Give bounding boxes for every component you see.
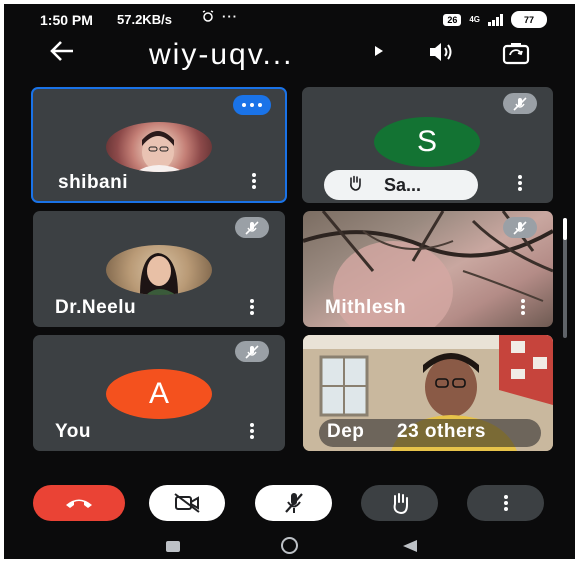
network-label: 4G <box>469 15 480 24</box>
participant-tile-mithlesh[interactable]: Mithlesh <box>303 211 553 327</box>
camera-off-icon <box>174 493 200 513</box>
mic-off-icon <box>284 493 303 513</box>
camera-toggle-button[interactable] <box>149 485 225 521</box>
participant-more-icon[interactable] <box>250 423 254 439</box>
recents-icon[interactable] <box>166 541 180 552</box>
avatar-initial: A <box>106 369 212 419</box>
speaker-icon[interactable] <box>427 40 455 64</box>
back-icon[interactable] <box>402 539 418 558</box>
data-badge: 26 <box>443 13 462 26</box>
meeting-header: wiy-uqv... <box>4 34 575 78</box>
more-options-icon <box>503 495 508 511</box>
alarm-icon <box>202 10 214 25</box>
status-time: 1:50 PM <box>40 12 93 28</box>
participant-name: You <box>55 421 91 442</box>
avatar-drneelu <box>106 245 212 295</box>
participant-name: Sa... <box>384 174 422 195</box>
more-options-button[interactable] <box>467 485 544 521</box>
call-screen: 1:50 PM 57.2KB/s ··· 26 4G 77 wiy-uqv... <box>4 4 575 559</box>
mic-muted-icon <box>503 93 537 114</box>
raise-hand-icon <box>393 493 408 515</box>
participant-name: shibani <box>58 172 129 193</box>
play-caret-icon[interactable] <box>374 44 384 60</box>
camera-flip-icon[interactable] <box>501 40 531 66</box>
participant-more-icon[interactable] <box>252 173 256 189</box>
mic-muted-icon <box>235 341 269 362</box>
raise-hand-button[interactable] <box>361 485 438 521</box>
mic-toggle-button[interactable] <box>255 485 332 521</box>
participant-more-icon[interactable] <box>250 299 254 315</box>
participant-name: Mithlesh <box>325 297 407 318</box>
status-speed: 57.2KB/s <box>117 12 172 27</box>
speaking-indicator <box>233 95 271 115</box>
avatar-shibani <box>106 122 212 172</box>
status-right: 26 4G 77 <box>443 11 547 28</box>
status-bar: 1:50 PM 57.2KB/s ··· 26 4G 77 <box>4 4 575 34</box>
mic-muted-icon <box>235 217 269 238</box>
participant-tile-you[interactable]: A You <box>33 335 285 451</box>
home-icon[interactable] <box>281 537 298 554</box>
end-call-icon <box>66 499 92 508</box>
participant-name: Dr.Neelu <box>55 297 137 318</box>
signal-icon <box>488 13 503 26</box>
end-call-button[interactable] <box>33 485 125 521</box>
mic-muted-icon <box>503 217 537 238</box>
participant-tile-drneelu[interactable]: Dr.Neelu <box>33 211 285 327</box>
others-count: 23 others <box>397 421 486 442</box>
status-more: ··· <box>222 9 238 24</box>
participant-tile-sa[interactable]: S Sa... <box>302 87 553 203</box>
hand-raised-chip: Sa... <box>324 170 478 200</box>
scrollbar[interactable] <box>563 218 567 338</box>
meeting-title[interactable]: wiy-uqv... <box>149 38 293 72</box>
participant-tile-others[interactable]: Dep 23 others <box>303 335 553 451</box>
participant-tile-shibani[interactable]: shibani <box>31 87 287 203</box>
scrollbar-thumb[interactable] <box>563 218 567 240</box>
raise-hand-chip-icon <box>346 174 364 197</box>
participant-more-icon[interactable] <box>521 299 525 315</box>
avatar-initial: S <box>374 117 480 167</box>
battery-level: 77 <box>523 14 534 25</box>
back-arrow-icon[interactable] <box>49 38 75 70</box>
participant-name: Dep <box>327 421 365 442</box>
participant-more-icon[interactable] <box>518 175 522 191</box>
battery-icon: 77 <box>511 11 547 28</box>
